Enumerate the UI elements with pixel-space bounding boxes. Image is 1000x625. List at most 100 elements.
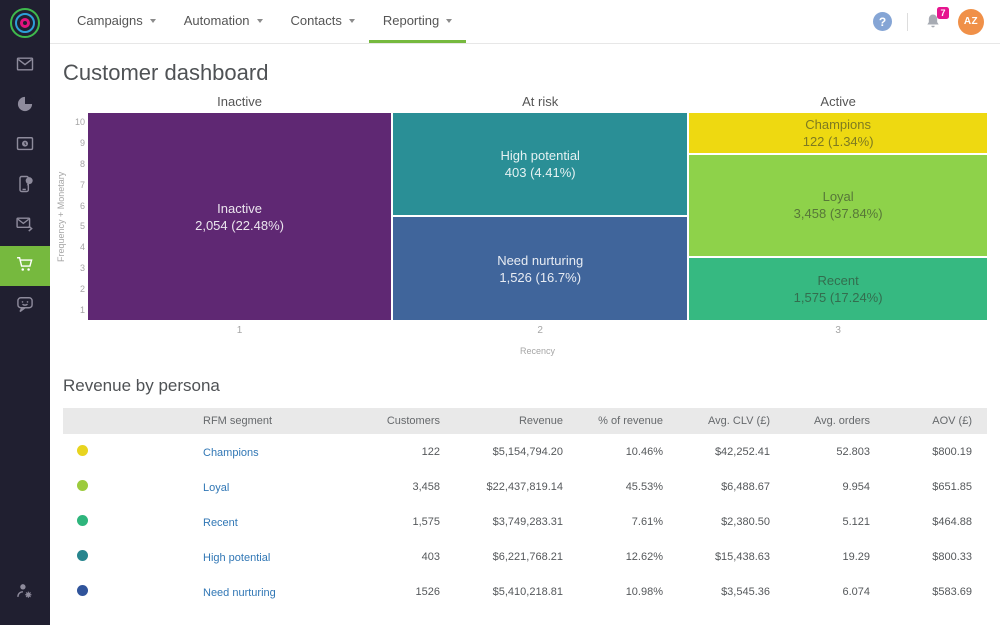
segment-link[interactable]: Need nurturing bbox=[203, 587, 276, 599]
page-title: Customer dashboard bbox=[63, 60, 987, 86]
segment-value: 2,054 (22.48%) bbox=[195, 217, 284, 234]
cell-pct-of-revenue: 7.61% bbox=[569, 516, 669, 528]
cell-avg-orders: 19.29 bbox=[776, 551, 876, 563]
cell-avg-clv: $3,545.36 bbox=[669, 586, 776, 598]
rfm-mosaic-chart: InactiveAt riskActive Frequency + Moneta… bbox=[63, 94, 987, 362]
x-axis-ticks: 123 bbox=[88, 325, 987, 336]
topbar-divider bbox=[907, 13, 908, 31]
chart-column-headers: InactiveAt riskActive bbox=[88, 94, 987, 109]
avatar[interactable]: AZ bbox=[958, 9, 984, 35]
nav-item-campaigns[interactable]: Campaigns bbox=[63, 0, 170, 43]
cell-avg-clv: $15,438.63 bbox=[669, 551, 776, 563]
table-header-row: RFM segmentCustomersRevenue% of revenueA… bbox=[63, 408, 987, 434]
y-tick: 7 bbox=[69, 180, 85, 191]
cell-pct-of-revenue: 10.46% bbox=[569, 446, 669, 458]
segment-link[interactable]: High potential bbox=[203, 552, 270, 564]
chevron-down-icon bbox=[257, 19, 263, 23]
mosaic-column-inactive: Inactive2,054 (22.48%) bbox=[88, 113, 391, 320]
segment-label: Need nurturing bbox=[497, 252, 583, 269]
cell-customers: 3,458 bbox=[355, 481, 446, 493]
y-tick: 1 bbox=[69, 305, 85, 316]
x-axis-label: Recency bbox=[88, 346, 987, 356]
segment-value: 403 (4.41%) bbox=[505, 164, 576, 181]
cell-revenue: $6,221,768.21 bbox=[446, 551, 569, 563]
segment-color-dot bbox=[77, 445, 88, 456]
question-mark-icon: ? bbox=[879, 15, 886, 29]
notifications-button[interactable]: 7 bbox=[923, 12, 943, 32]
segment-name-cell: Loyal bbox=[203, 478, 355, 496]
y-axis-ticks: 10987654321 bbox=[69, 113, 85, 320]
sidebar-item-conversations[interactable] bbox=[0, 286, 50, 326]
sidebar-item-sms[interactable] bbox=[0, 166, 50, 206]
table-header-customers: Customers bbox=[355, 415, 446, 427]
app-logo[interactable] bbox=[0, 0, 50, 46]
mosaic-column-at-risk: High potential403 (4.41%)Need nurturing1… bbox=[393, 113, 687, 320]
mail-code-icon bbox=[15, 214, 35, 239]
nav-item-contacts[interactable]: Contacts bbox=[277, 0, 369, 43]
nav-item-label: Campaigns bbox=[77, 13, 143, 28]
cell-avg-orders: 52.803 bbox=[776, 446, 876, 458]
segment-color-cell bbox=[63, 443, 203, 461]
segment-color-dot bbox=[77, 515, 88, 526]
x-tick: 1 bbox=[88, 325, 391, 336]
sidebar-item-account[interactable] bbox=[0, 573, 50, 613]
cart-icon bbox=[15, 254, 35, 279]
segment-inactive[interactable]: Inactive2,054 (22.48%) bbox=[88, 113, 391, 320]
x-tick: 3 bbox=[689, 325, 987, 336]
cell-aov: $800.19 bbox=[876, 446, 978, 458]
table-row-recent: Recent1,575$3,749,283.317.61%$2,380.505.… bbox=[63, 504, 987, 539]
nav-item-automation[interactable]: Automation bbox=[170, 0, 277, 43]
cell-avg-clv: $42,252.41 bbox=[669, 446, 776, 458]
cell-avg-clv: $6,488.67 bbox=[669, 481, 776, 493]
segment-link[interactable]: Loyal bbox=[203, 482, 229, 494]
segment-color-dot bbox=[77, 585, 88, 596]
segment-label: High potential bbox=[500, 147, 580, 164]
cell-pct-of-revenue: 45.53% bbox=[569, 481, 669, 493]
cell-avg-clv: $2,380.50 bbox=[669, 516, 776, 528]
sidebar-item-email[interactable] bbox=[0, 46, 50, 86]
segment-color-dot bbox=[77, 480, 88, 491]
cell-customers: 1526 bbox=[355, 586, 446, 598]
segment-link[interactable]: Recent bbox=[203, 517, 238, 529]
user-gear-icon bbox=[15, 581, 35, 606]
table-body: Champions122$5,154,794.2010.46%$42,252.4… bbox=[63, 434, 987, 609]
mosaic-column-active: Champions122 (1.34%)Loyal3,458 (37.84%)R… bbox=[689, 113, 987, 320]
segment-name-cell: Recent bbox=[203, 513, 355, 531]
segment-name-cell: Need nurturing bbox=[203, 583, 355, 601]
segment-recent[interactable]: Recent1,575 (17.24%) bbox=[689, 258, 987, 320]
cell-customers: 403 bbox=[355, 551, 446, 563]
sidebar-item-ecommerce[interactable] bbox=[0, 246, 50, 286]
cell-aov: $800.33 bbox=[876, 551, 978, 563]
segment-high-potential[interactable]: High potential403 (4.41%) bbox=[393, 113, 687, 215]
cell-revenue: $5,154,794.20 bbox=[446, 446, 569, 458]
sidebar-item-reports[interactable] bbox=[0, 86, 50, 126]
phone-chat-icon bbox=[15, 174, 35, 199]
segment-color-dot bbox=[77, 550, 88, 561]
help-button[interactable]: ? bbox=[873, 12, 892, 31]
chevron-down-icon bbox=[150, 19, 156, 23]
table-row-need-nurturing: Need nurturing1526$5,410,218.8110.98%$3,… bbox=[63, 574, 987, 609]
segment-color-cell bbox=[63, 583, 203, 601]
segment-value: 1,575 (17.24%) bbox=[794, 289, 883, 306]
nav-item-reporting[interactable]: Reporting bbox=[369, 0, 466, 43]
segment-loyal[interactable]: Loyal3,458 (37.84%) bbox=[689, 155, 987, 257]
sidebar-item-transactional[interactable] bbox=[0, 206, 50, 246]
table-header-revenue: Revenue bbox=[446, 415, 569, 427]
segment-link[interactable]: Champions bbox=[203, 447, 259, 459]
table-title: Revenue by persona bbox=[63, 376, 987, 396]
chevron-down-icon bbox=[446, 19, 452, 23]
mail-icon bbox=[15, 54, 35, 79]
main-content: Customer dashboard InactiveAt riskActive… bbox=[50, 44, 1000, 609]
segment-color-cell bbox=[63, 548, 203, 566]
nav-item-label: Automation bbox=[184, 13, 250, 28]
segment-need-nurturing[interactable]: Need nurturing1,526 (16.7%) bbox=[393, 217, 687, 320]
segment-champions[interactable]: Champions122 (1.34%) bbox=[689, 113, 987, 153]
sidebar bbox=[0, 0, 50, 625]
sidebar-item-automation[interactable] bbox=[0, 126, 50, 166]
segment-color-cell bbox=[63, 478, 203, 496]
cell-aov: $583.69 bbox=[876, 586, 978, 598]
concentric-rings-logo-icon bbox=[10, 8, 40, 38]
y-tick: 4 bbox=[69, 242, 85, 253]
y-tick: 3 bbox=[69, 263, 85, 274]
table-row-loyal: Loyal3,458$22,437,819.1445.53%$6,488.679… bbox=[63, 469, 987, 504]
